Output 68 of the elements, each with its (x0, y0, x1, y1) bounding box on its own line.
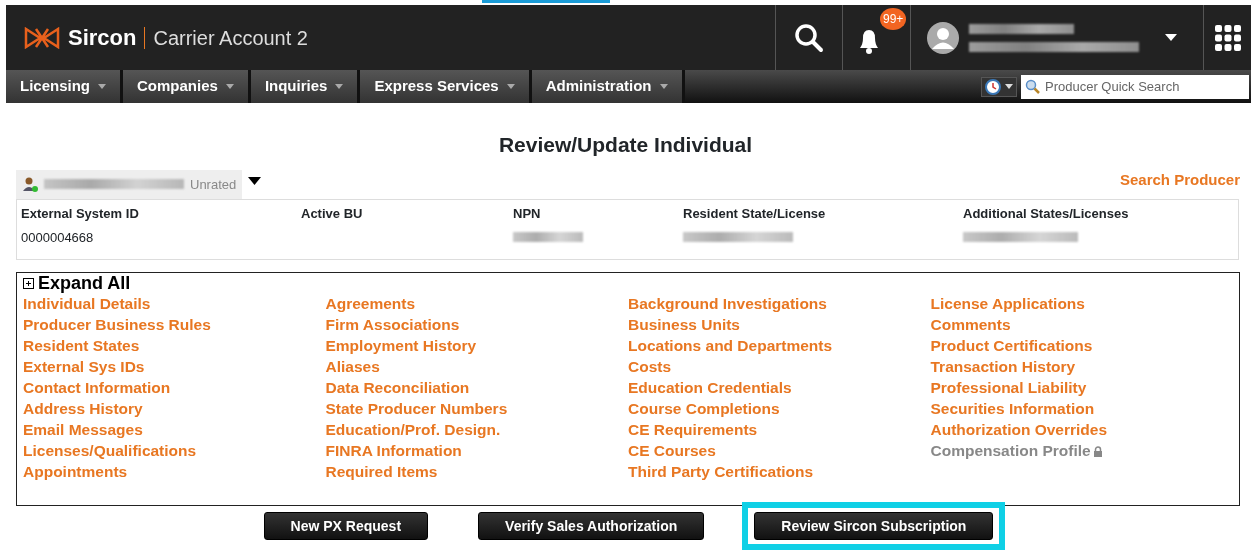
lock-icon (1092, 446, 1103, 458)
action-button[interactable]: Verify Sales Authorization (478, 512, 705, 540)
section-link[interactable]: Course Completions (628, 398, 780, 419)
section-link[interactable]: Comments (930, 314, 1011, 335)
section-link[interactable]: Aliases (325, 356, 380, 377)
field-value: 0000004668 (21, 228, 95, 247)
account-name: Carrier Account 2 (153, 25, 308, 51)
section-link[interactable]: Authorization Overrides (930, 419, 1108, 440)
avatar-icon[interactable] (927, 21, 959, 54)
expand-all-link[interactable]: Expand All (38, 273, 131, 293)
section-link[interactable]: Resident States (23, 335, 140, 356)
search-producer-link[interactable]: Search Producer (1119, 168, 1240, 191)
section-link[interactable]: Individual Details (23, 293, 151, 314)
section-link[interactable]: Producer Business Rules (23, 314, 211, 335)
section-link[interactable]: Business Units (628, 314, 740, 335)
section-link[interactable]: Professional Liability (930, 377, 1087, 398)
caret-icon[interactable] (1165, 34, 1177, 41)
section-link[interactable]: Firm Associations (325, 314, 460, 335)
section-link[interactable]: Transaction History (930, 356, 1076, 377)
logo-icon (24, 26, 60, 49)
search-icon[interactable] (793, 21, 825, 54)
brand-name: Sircon (68, 24, 137, 52)
section-link[interactable]: Licenses/Qualifications (23, 440, 197, 461)
column-label: External System ID (21, 205, 140, 223)
notification-count: 99+ (880, 8, 907, 30)
section-link[interactable]: Background Investigations (628, 293, 827, 314)
nav-menu[interactable]: Licensing (6, 70, 123, 103)
section-link[interactable]: Locations and Departments (628, 335, 833, 356)
apps-grid-icon[interactable] (1214, 24, 1241, 51)
action-button[interactable]: New PX Request (263, 512, 429, 540)
section-link[interactable]: Appointments (23, 461, 128, 482)
section-link[interactable]: Securities Information (930, 398, 1095, 419)
section-link[interactable]: Data Reconciliation (325, 377, 470, 398)
section-link[interactable]: State Producer Numbers (325, 398, 508, 419)
column-label: Resident State/License (683, 205, 827, 223)
column-label: Active BU (301, 205, 364, 223)
section-link[interactable]: Costs (628, 356, 672, 377)
column-label: NPN (513, 205, 542, 223)
section-link[interactable]: External Sys IDs (23, 356, 145, 377)
quick-search-box[interactable]: Producer Quick Search (1021, 74, 1249, 99)
person-icon (22, 176, 38, 193)
section-link[interactable]: Contact Information (23, 377, 171, 398)
section-link[interactable]: Employment History (325, 335, 477, 356)
nav-menu[interactable]: Inquiries (250, 70, 361, 103)
clock-icon (985, 78, 1001, 95)
section-link[interactable]: CE Requirements (628, 419, 758, 440)
section-link[interactable]: Product Certifications (930, 335, 1093, 356)
search-icon (1025, 78, 1041, 95)
section-link[interactable]: Email Messages (23, 419, 143, 440)
column-label: Additional States/Licenses (963, 205, 1130, 223)
section-link[interactable]: Education/Prof. Design. (325, 419, 501, 440)
section-link[interactable]: Agreements (325, 293, 416, 314)
history-button[interactable] (981, 76, 1017, 97)
page-title: Review/Update Individual (497, 132, 754, 158)
rating-label: Unrated (190, 175, 237, 194)
section-link[interactable]: CE Courses (628, 440, 716, 461)
section-link[interactable]: Required Items (325, 461, 438, 482)
section-link[interactable]: FINRA Information (325, 440, 462, 461)
nav-menu[interactable]: Administration (531, 70, 685, 103)
caret-icon[interactable] (248, 177, 262, 185)
section-link[interactable]: Education Credentials (628, 377, 792, 398)
nav-menu[interactable]: Express Services (360, 70, 532, 103)
section-link[interactable]: Third Party Certifications (628, 461, 814, 482)
nav-menu[interactable]: Companies (123, 70, 251, 103)
section-link[interactable]: Address History (23, 398, 143, 419)
section-link[interactable]: License Applications (930, 293, 1085, 314)
action-button[interactable]: Review Sircon Subscription (754, 512, 994, 540)
expand-icon[interactable] (23, 277, 34, 289)
